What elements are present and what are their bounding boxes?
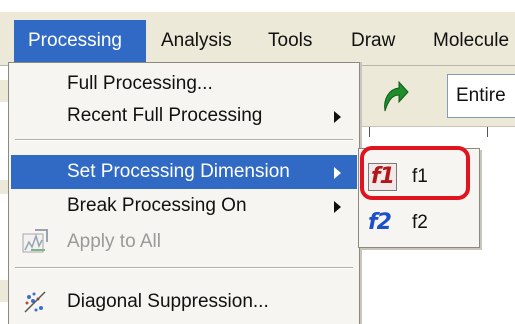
submenu-item-label: f2 [412, 212, 428, 233]
menu-item-label: Full Processing... [67, 73, 213, 94]
menu-analysis[interactable]: Analysis [153, 20, 240, 62]
toolbar: Entire [355, 66, 515, 126]
menu-item-label: Set Processing Dimension [67, 161, 290, 182]
apply-all-icon [22, 229, 48, 253]
menu-bar: Processing Analysis Tools Draw Molecule [0, 0, 515, 66]
menu-item-label: Break Processing On [67, 195, 247, 216]
ruler-tick [369, 127, 370, 137]
menu-molecule[interactable]: Molecule [425, 20, 515, 62]
window-edge [0, 280, 8, 302]
scope-select[interactable]: Entire [447, 74, 515, 118]
menu-item-recent-full-processing[interactable]: Recent Full Processing [9, 99, 359, 133]
processing-dimension-submenu: f1 f1 f2 f2 [358, 148, 480, 248]
processing-menu: Full Processing... Recent Full Processin… [8, 62, 360, 324]
menu-item-full-processing[interactable]: Full Processing... [9, 67, 359, 101]
submenu-arrow-icon [334, 167, 341, 179]
menu-item-break-processing-on[interactable]: Break Processing On [9, 189, 359, 223]
submenu-item-f1[interactable]: f1 f1 [362, 157, 476, 197]
menu-item-label: Diagonal Suppression... [67, 291, 269, 312]
menu-separator [15, 139, 353, 141]
diagonal-suppression-icon [24, 291, 46, 313]
menu-item-apply-to-all[interactable]: Apply to All [9, 225, 359, 259]
ruler-tick [487, 127, 488, 137]
menu-item-label: Recent Full Processing [67, 105, 263, 126]
menu-separator [15, 267, 353, 269]
window-edge [0, 80, 8, 102]
menu-tools[interactable]: Tools [260, 20, 320, 62]
menu-draw[interactable]: Draw [343, 20, 403, 62]
window-top-strip [0, 0, 515, 12]
f1-dimension-icon: f1 [368, 163, 397, 191]
menu-item-set-processing-dimension[interactable]: Set Processing Dimension [11, 155, 357, 189]
submenu-item-f2[interactable]: f2 f2 [362, 203, 476, 243]
menu-processing[interactable]: Processing [14, 20, 146, 62]
menu-item-diagonal-suppression[interactable]: Diagonal Suppression... [9, 285, 359, 319]
submenu-arrow-icon [334, 201, 341, 213]
submenu-item-label: f1 [412, 166, 428, 187]
green-curved-arrow-icon[interactable] [379, 79, 409, 113]
menu-item-label: Apply to All [67, 231, 161, 252]
submenu-arrow-icon [334, 111, 341, 123]
f2-dimension-icon: f2 [368, 210, 392, 235]
window-edge [0, 180, 8, 194]
